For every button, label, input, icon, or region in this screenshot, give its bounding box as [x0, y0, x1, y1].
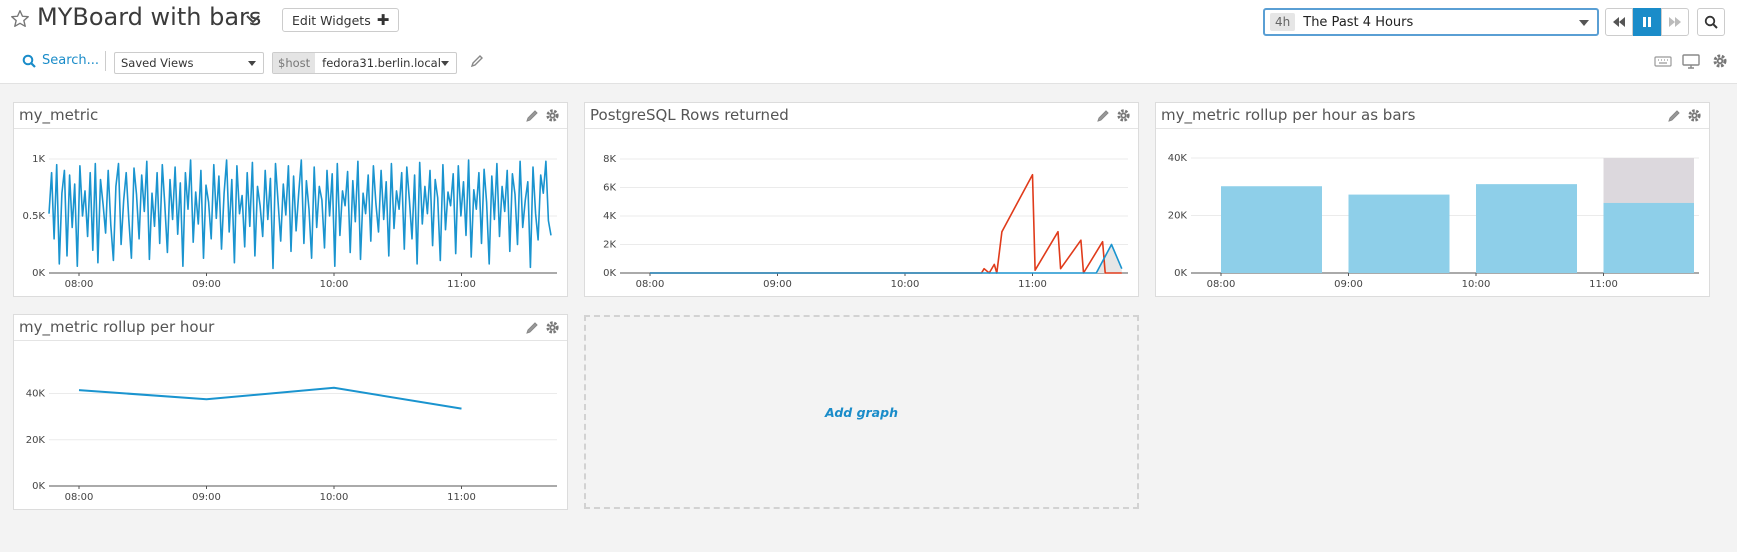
plus-icon: ✚: [376, 11, 390, 29]
gear-icon[interactable]: [1116, 108, 1131, 123]
widget-rollup-bars: my_metric rollup per hour as bars 0K 20K 4…: [1155, 102, 1710, 297]
y-tick-label: 40K: [1168, 153, 1188, 164]
series-line: [78, 386, 462, 410]
y-tick-label: 20K: [1168, 211, 1188, 222]
widget-header: my_metric: [14, 103, 567, 129]
gear-icon[interactable]: [545, 108, 560, 123]
x-tick-label: 11:00: [1589, 279, 1618, 290]
bar: [1221, 186, 1322, 273]
dashboard-header: MYBoard with bars Edit Widgets ✚ 4h The …: [0, 0, 1737, 84]
y-tick-label: 20K: [26, 435, 46, 446]
x-tick-label: 08:00: [65, 492, 94, 503]
saved-views-label: Saved Views: [121, 56, 194, 70]
rollup-bars-chart[interactable]: 0K 20K 40K 08:00 09:00 10:00 11:00: [1156, 130, 1709, 296]
fast-forward-button[interactable]: [1661, 8, 1689, 36]
widget-header: my_metric rollup per hour: [14, 315, 567, 341]
time-range-select[interactable]: 4h The Past 4 Hours: [1263, 8, 1599, 36]
fast-forward-icon: [1669, 17, 1681, 27]
x-tick-label: 11:00: [447, 492, 476, 503]
y-tick-label: 6K: [603, 183, 616, 194]
pause-icon: [1643, 17, 1651, 27]
rollup-line-chart[interactable]: 0K 20K 40K 08:00 09:00 10:00 11:00: [14, 342, 567, 509]
time-range-label: The Past 4 Hours: [1303, 14, 1414, 30]
host-variable-key: $host: [273, 53, 316, 73]
x-tick-label: 08:00: [636, 279, 665, 290]
edit-widgets-button[interactable]: Edit Widgets ✚: [282, 8, 400, 32]
star-icon[interactable]: [9, 8, 31, 30]
x-tick-label: 10:00: [891, 279, 920, 290]
add-graph-label: Add graph: [825, 404, 898, 420]
dashboard-title: MYBoard with bars: [37, 3, 262, 31]
widget-title: my_metric rollup per hour as bars: [1161, 106, 1416, 124]
saved-views-select[interactable]: Saved Views: [114, 52, 264, 74]
widget-title: my_metric rollup per hour: [19, 318, 215, 336]
pencil-icon[interactable]: [470, 54, 484, 68]
gear-icon[interactable]: [1687, 108, 1702, 123]
time-navigation: [1605, 8, 1689, 36]
x-tick-label: 09:00: [1334, 279, 1363, 290]
x-tick-label: 10:00: [1462, 279, 1491, 290]
widget-header: PostgreSQL Rows returned: [585, 103, 1138, 129]
y-tick-label: 40K: [26, 389, 46, 400]
keyboard-icon[interactable]: [1654, 53, 1672, 69]
pencil-icon[interactable]: [525, 109, 539, 123]
rewind-button[interactable]: [1605, 8, 1633, 36]
time-range-badge: 4h: [1270, 13, 1296, 31]
x-tick-label: 09:00: [763, 279, 792, 290]
widget-title: PostgreSQL Rows returned: [590, 106, 789, 124]
y-tick-label: 0K: [32, 481, 45, 492]
series-line-blue: [650, 243, 1123, 274]
widget-my-metric: my_metric 0K 0.5K 1K 08:00 09:00 10:00 11:00: [13, 102, 568, 297]
y-tick-label: 2K: [603, 240, 616, 251]
x-tick-label: 11:00: [447, 279, 476, 290]
widget-postgresql-rows: PostgreSQL Rows returned 0K 2K 4K 6K 8K 08:00…: [584, 102, 1139, 297]
pencil-icon[interactable]: [525, 321, 539, 335]
search-link[interactable]: Search...: [22, 53, 99, 68]
pause-button[interactable]: [1633, 8, 1661, 36]
search-label: Search...: [42, 53, 100, 68]
host-variable-value: fedora31.berlin.local: [322, 56, 441, 70]
x-tick-label: 08:00: [1207, 279, 1236, 290]
settings-gear-icon[interactable]: [1711, 53, 1729, 69]
bar: [1603, 202, 1694, 273]
series-line: [48, 159, 552, 270]
y-tick-label: 0.5K: [23, 211, 46, 222]
caret-down-icon: [441, 61, 449, 66]
x-tick-label: 08:00: [65, 279, 94, 290]
search-icon: [22, 54, 36, 68]
y-tick-label: 1K: [32, 154, 45, 165]
pencil-icon[interactable]: [1096, 109, 1110, 123]
widget-title: my_metric: [19, 106, 99, 124]
tv-mode-icon[interactable]: [1682, 53, 1700, 69]
y-tick-label: 0K: [32, 268, 45, 279]
caret-down-icon: [1579, 20, 1589, 26]
x-tick-label: 09:00: [192, 279, 221, 290]
search-icon: [1704, 15, 1718, 29]
widget-rollup-line: my_metric rollup per hour 0K 20K 40K 08:00 0…: [13, 314, 568, 510]
y-tick-label: 4K: [603, 211, 616, 222]
my-metric-chart[interactable]: 0K 0.5K 1K 08:00 09:00 10:00 11:00: [14, 130, 567, 296]
toolbar-divider: [105, 51, 106, 71]
bar: [1348, 194, 1450, 273]
x-tick-label: 10:00: [320, 279, 349, 290]
caret-down-icon: [248, 61, 256, 66]
x-tick-label: 09:00: [192, 492, 221, 503]
chevron-down-icon[interactable]: [244, 11, 262, 27]
add-graph-placeholder[interactable]: Add graph: [584, 315, 1139, 509]
rewind-icon: [1613, 17, 1625, 27]
widget-header: my_metric rollup per hour as bars: [1156, 103, 1709, 129]
gear-icon[interactable]: [545, 320, 560, 335]
host-variable-select[interactable]: $host fedora31.berlin.local: [272, 52, 457, 74]
edit-widgets-label: Edit Widgets: [292, 12, 371, 28]
series-line-red: [650, 173, 1122, 274]
postgresql-rows-chart[interactable]: 0K 2K 4K 6K 8K 08:00 09:00 10:00 11:00: [585, 130, 1138, 296]
y-tick-label: 0K: [1174, 268, 1187, 279]
y-tick-label: 8K: [603, 154, 616, 165]
x-tick-label: 10:00: [320, 492, 349, 503]
x-tick-label: 11:00: [1018, 279, 1047, 290]
pencil-icon[interactable]: [1667, 109, 1681, 123]
y-tick-label: 0K: [603, 268, 616, 279]
bar: [1476, 184, 1577, 273]
zoom-search-button[interactable]: [1697, 8, 1725, 36]
